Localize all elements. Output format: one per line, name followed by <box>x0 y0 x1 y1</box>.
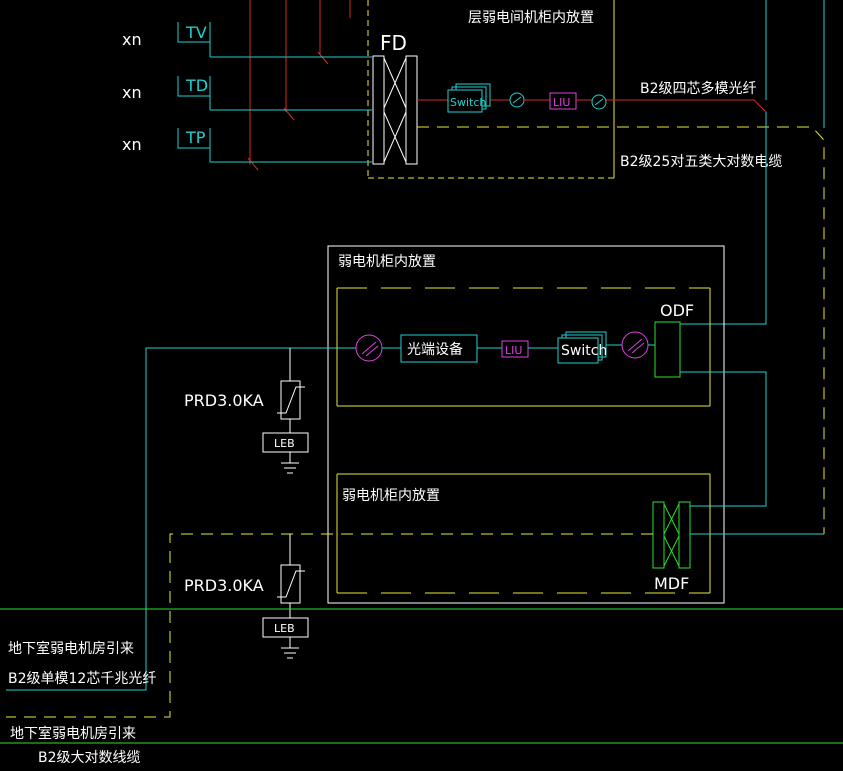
basement-from-label-1: 地下室弱电机房引来 <box>8 640 134 657</box>
prd-upper-icon <box>277 348 305 433</box>
top-cabinet-label: 层弱电间机柜内放置 <box>468 10 594 26</box>
top-switch-label: Switch <box>450 96 486 109</box>
lower-cabinet-label: 弱电机柜内放置 <box>342 488 440 504</box>
outlet-tp <box>177 128 372 163</box>
fiber-riser-red <box>606 99 767 113</box>
red-riser-lines <box>247 0 351 171</box>
xn-label-3: xn <box>122 135 142 154</box>
fd-frame <box>372 55 418 165</box>
main-cabinet-label: 弱电机柜内放置 <box>338 254 436 270</box>
fiber-b2-4core-label: B2级四芯多模光纤 <box>640 80 757 97</box>
cable-b2-25pair-label: B2级25对五类大对数电缆 <box>620 154 782 170</box>
odf-fiber-connector-left-icon <box>355 334 383 362</box>
basement-from-label-2: 地下室弱电机房引来 <box>10 725 136 742</box>
mdf-frame <box>652 501 691 569</box>
fiber-b2-12core-label: B2级单模12芯千兆光纤 <box>8 671 156 687</box>
prd-upper-label: PRD3.0KA <box>184 391 264 410</box>
outlet-tv-label: TV <box>185 23 207 42</box>
xn-label-1: xn <box>122 30 142 49</box>
cable-b2-25pair-line <box>417 126 825 534</box>
main-cabinet-frame <box>327 245 725 604</box>
main-switch-label: Switch <box>561 343 607 359</box>
fd-label: FD <box>380 31 407 55</box>
optical-terminal-label: 光端设备 <box>407 341 463 358</box>
top-fiber-connector-1-icon <box>509 92 525 108</box>
ground-lower-icon <box>281 637 299 659</box>
top-liu-label: LIU <box>553 96 570 109</box>
ground-upper-icon <box>281 452 299 474</box>
outlet-tv <box>177 22 372 58</box>
leb-upper-label: LEB <box>274 437 295 450</box>
mdf-label: MDF <box>654 574 689 593</box>
outlet-td-label: TD <box>185 76 208 95</box>
wiring-diagram: 层弱电间机柜内放置 xn xn xn TV TD TP FD Switch LI… <box>0 0 843 766</box>
odf-to-mdf-cyan <box>680 371 767 507</box>
upper-subcabinet-frame <box>336 287 711 407</box>
prd-lower-label: PRD3.0KA <box>184 576 264 595</box>
basement-fiber-line <box>6 347 356 691</box>
prd-lower-icon <box>277 534 305 618</box>
leb-lower-label: LEB <box>274 622 295 635</box>
odf-label: ODF <box>660 301 694 320</box>
odf-box <box>654 321 681 378</box>
top-cabinet-frame <box>367 0 615 179</box>
main-liu-label: LIU <box>505 344 522 357</box>
xn-label-2: xn <box>122 83 142 102</box>
top-fiber-connector-2-icon <box>591 94 607 110</box>
odf-fiber-connector-right-icon <box>621 331 649 359</box>
fiber-riser-cyan <box>680 112 767 325</box>
outlet-tp-label: TP <box>185 128 206 147</box>
cable-b2-big-label: B2级大对数线缆 <box>38 750 141 766</box>
